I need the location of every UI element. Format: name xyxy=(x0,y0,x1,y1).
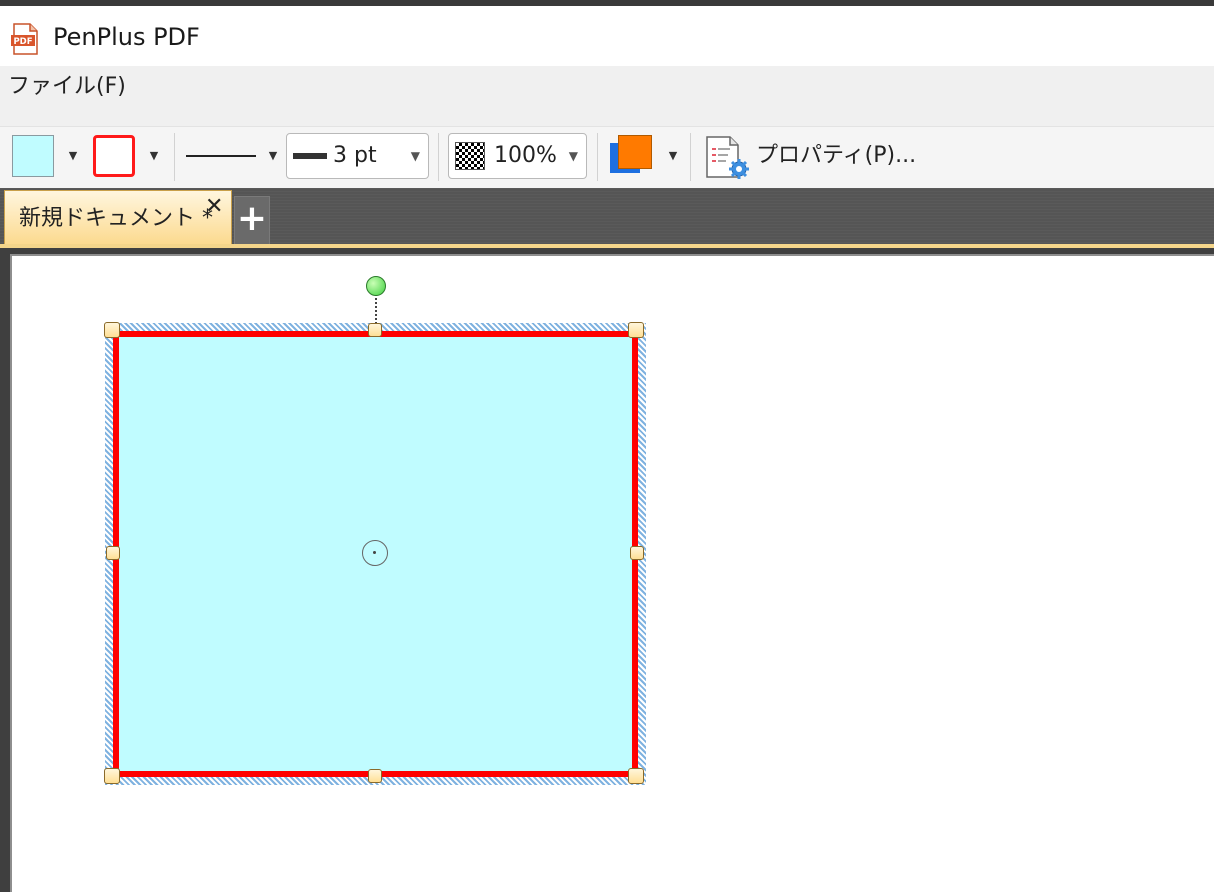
color-pair-dropdown-icon[interactable]: ▼ xyxy=(666,149,680,163)
menu-file[interactable]: ファイル(F) xyxy=(8,72,126,102)
resize-handle-bottom[interactable] xyxy=(368,769,382,783)
rotation-guide-line xyxy=(375,294,377,324)
add-tab-button[interactable]: + xyxy=(234,196,270,246)
toolbar-separator xyxy=(174,133,175,181)
resize-handle-right[interactable] xyxy=(630,546,644,560)
line-style-dropdown-icon[interactable]: ▼ xyxy=(266,149,280,163)
rotation-handle[interactable] xyxy=(366,276,386,296)
resize-handle-top-right[interactable] xyxy=(628,322,644,338)
line-style-sample[interactable] xyxy=(186,155,256,157)
app-title: PenPlus PDF xyxy=(53,23,200,51)
toolbar-separator xyxy=(438,133,439,181)
opacity-checker-icon xyxy=(455,142,485,170)
front-color xyxy=(618,135,652,169)
opacity-combo[interactable]: 100% ▼ xyxy=(448,133,587,179)
tab-new-document[interactable]: 新規ドキュメント * ✕ xyxy=(4,190,232,246)
color-pair-swatch[interactable] xyxy=(608,133,656,179)
chevron-down-icon: ▼ xyxy=(568,149,578,163)
svg-text:PDF: PDF xyxy=(13,37,32,47)
toolbar: ▼ ▼ ▼ 3 pt ▼ 100% ▼ ▼ プロパティ(P)... xyxy=(0,126,1214,189)
line-width-value: 3 pt xyxy=(333,143,377,168)
stroke-color-dropdown-icon[interactable]: ▼ xyxy=(147,149,161,163)
resize-handle-left[interactable] xyxy=(106,546,120,560)
resize-handle-bottom-right[interactable] xyxy=(628,768,644,784)
fill-color-dropdown-icon[interactable]: ▼ xyxy=(66,149,80,163)
resize-handle-top-left[interactable] xyxy=(104,322,120,338)
opacity-value: 100% xyxy=(494,143,557,168)
tab-bar: 新規ドキュメント * ✕ + xyxy=(0,188,1214,246)
chevron-down-icon: ▼ xyxy=(410,149,420,163)
tab-label: 新規ドキュメント * xyxy=(19,206,213,231)
line-width-icon xyxy=(293,153,327,159)
resize-handle-top[interactable] xyxy=(368,323,382,337)
center-point-icon[interactable] xyxy=(362,540,388,566)
menu-bar: ファイル(F) xyxy=(0,66,1214,126)
line-width-combo[interactable]: 3 pt ▼ xyxy=(286,133,429,179)
properties-icon[interactable] xyxy=(704,133,752,181)
title-bar: PDF PenPlus PDF xyxy=(0,6,1214,66)
properties-button-label[interactable]: プロパティ(P)... xyxy=(756,141,916,171)
toolbar-separator xyxy=(597,133,598,181)
resize-handle-bottom-left[interactable] xyxy=(104,768,120,784)
toolbar-separator xyxy=(690,133,691,181)
close-icon[interactable]: ✕ xyxy=(205,195,223,219)
stroke-color-swatch[interactable] xyxy=(93,135,135,177)
fill-color-swatch[interactable] xyxy=(12,135,54,177)
pdf-icon: PDF xyxy=(11,23,38,55)
